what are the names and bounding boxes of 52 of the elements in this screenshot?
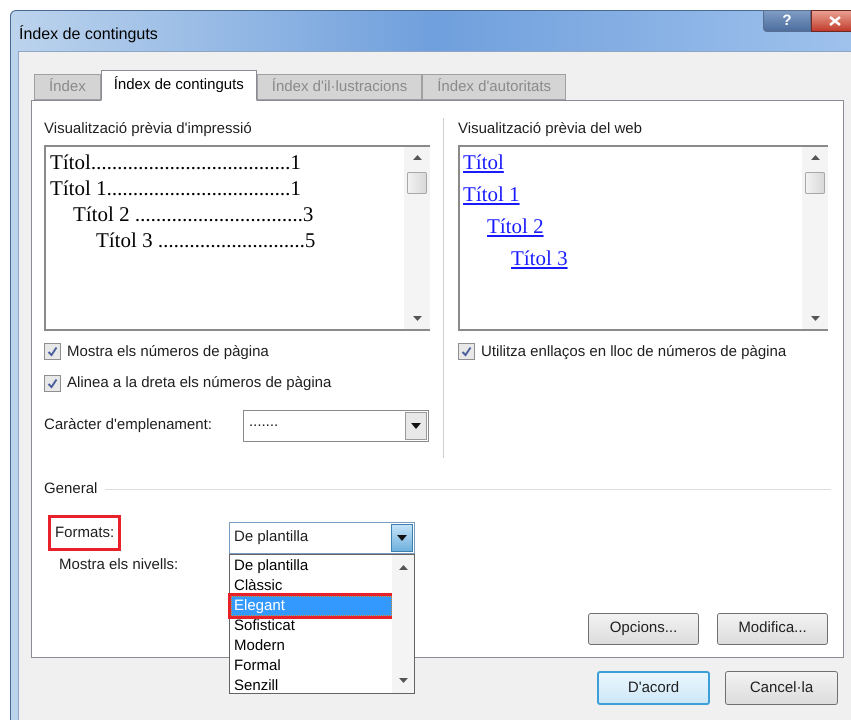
checkbox[interactable] — [44, 343, 61, 360]
scroll-thumb[interactable] — [805, 172, 825, 194]
web-preview-label: Visualització prèvia del web — [458, 119, 643, 139]
preview-link[interactable]: Títol — [463, 150, 504, 174]
check-icon — [47, 378, 58, 389]
dropdown-arrow-icon — [411, 422, 421, 428]
scrollbar[interactable] — [802, 146, 828, 328]
scrollbar[interactable] — [404, 146, 430, 328]
checkbox[interactable] — [458, 343, 475, 360]
preview-link[interactable]: Títol 3 — [511, 246, 568, 270]
check-icon — [461, 346, 472, 358]
checkbox-label: Mostra els números de pàgina — [67, 342, 269, 362]
scroll-up-icon[interactable] — [810, 154, 820, 160]
check-icon — [47, 346, 58, 358]
fill-character-dropdown[interactable]: ....... — [243, 410, 429, 442]
checkbox-label: Alinea a la dreta els números de pàgina — [67, 373, 332, 393]
formats-label: Formats: — [48, 514, 122, 551]
list-option[interactable]: Clàssic — [231, 576, 392, 596]
preview-link[interactable]: Títol 1 — [463, 182, 520, 206]
list-option[interactable]: Formal — [231, 656, 392, 676]
preview-entry: Títol 1...................................1 — [50, 176, 301, 200]
scroll-up-icon[interactable] — [412, 154, 422, 160]
scroll-down-icon[interactable] — [412, 316, 422, 320]
list-option[interactable]: Modern — [231, 636, 392, 656]
scrollbar[interactable] — [392, 554, 414, 692]
dropdown-arrow-icon — [397, 534, 407, 540]
list-option[interactable]: Senzill — [231, 676, 392, 696]
formats-dropdown[interactable]: De plantilla — [229, 522, 415, 554]
window-title: Índex de continguts — [19, 24, 158, 45]
preview-entry: Títol 3 ............................5 — [96, 228, 316, 252]
tab[interactable]: Índex de continguts — [100, 70, 257, 101]
preview-entry: Títol 2 ................................3 — [73, 202, 314, 226]
close-icon — [829, 16, 841, 26]
dialog-button[interactable]: D'acord — [597, 671, 710, 705]
checkbox-label: Utilitza enllaços en lloc de números de pàgina — [481, 342, 786, 362]
scroll-up-icon[interactable] — [398, 564, 408, 570]
fill-character-label: Caràcter d'emplenament: — [44, 415, 213, 436]
list-option[interactable]: De plantilla — [231, 556, 392, 576]
checkbox[interactable] — [44, 374, 61, 392]
levels-label: Mostra els nivells: — [58, 555, 180, 575]
list-option[interactable]: Sofisticat — [231, 616, 392, 636]
print-preview-label: Visualització prèvia d'impressió — [44, 119, 253, 139]
preview-entry: Títol......................................1 — [50, 150, 301, 174]
section-heading: General — [44, 479, 98, 499]
preview-link[interactable]: Títol 2 — [487, 214, 544, 238]
close-button[interactable] — [811, 10, 851, 32]
scroll-down-icon[interactable] — [810, 316, 820, 320]
panel-button[interactable]: Opcions... — [588, 612, 699, 644]
panel-button[interactable]: Modifica... — [717, 612, 828, 644]
dialog-button[interactable]: Cancel·la — [725, 671, 838, 705]
scroll-thumb[interactable] — [407, 172, 427, 194]
scroll-down-icon[interactable] — [398, 678, 408, 682]
